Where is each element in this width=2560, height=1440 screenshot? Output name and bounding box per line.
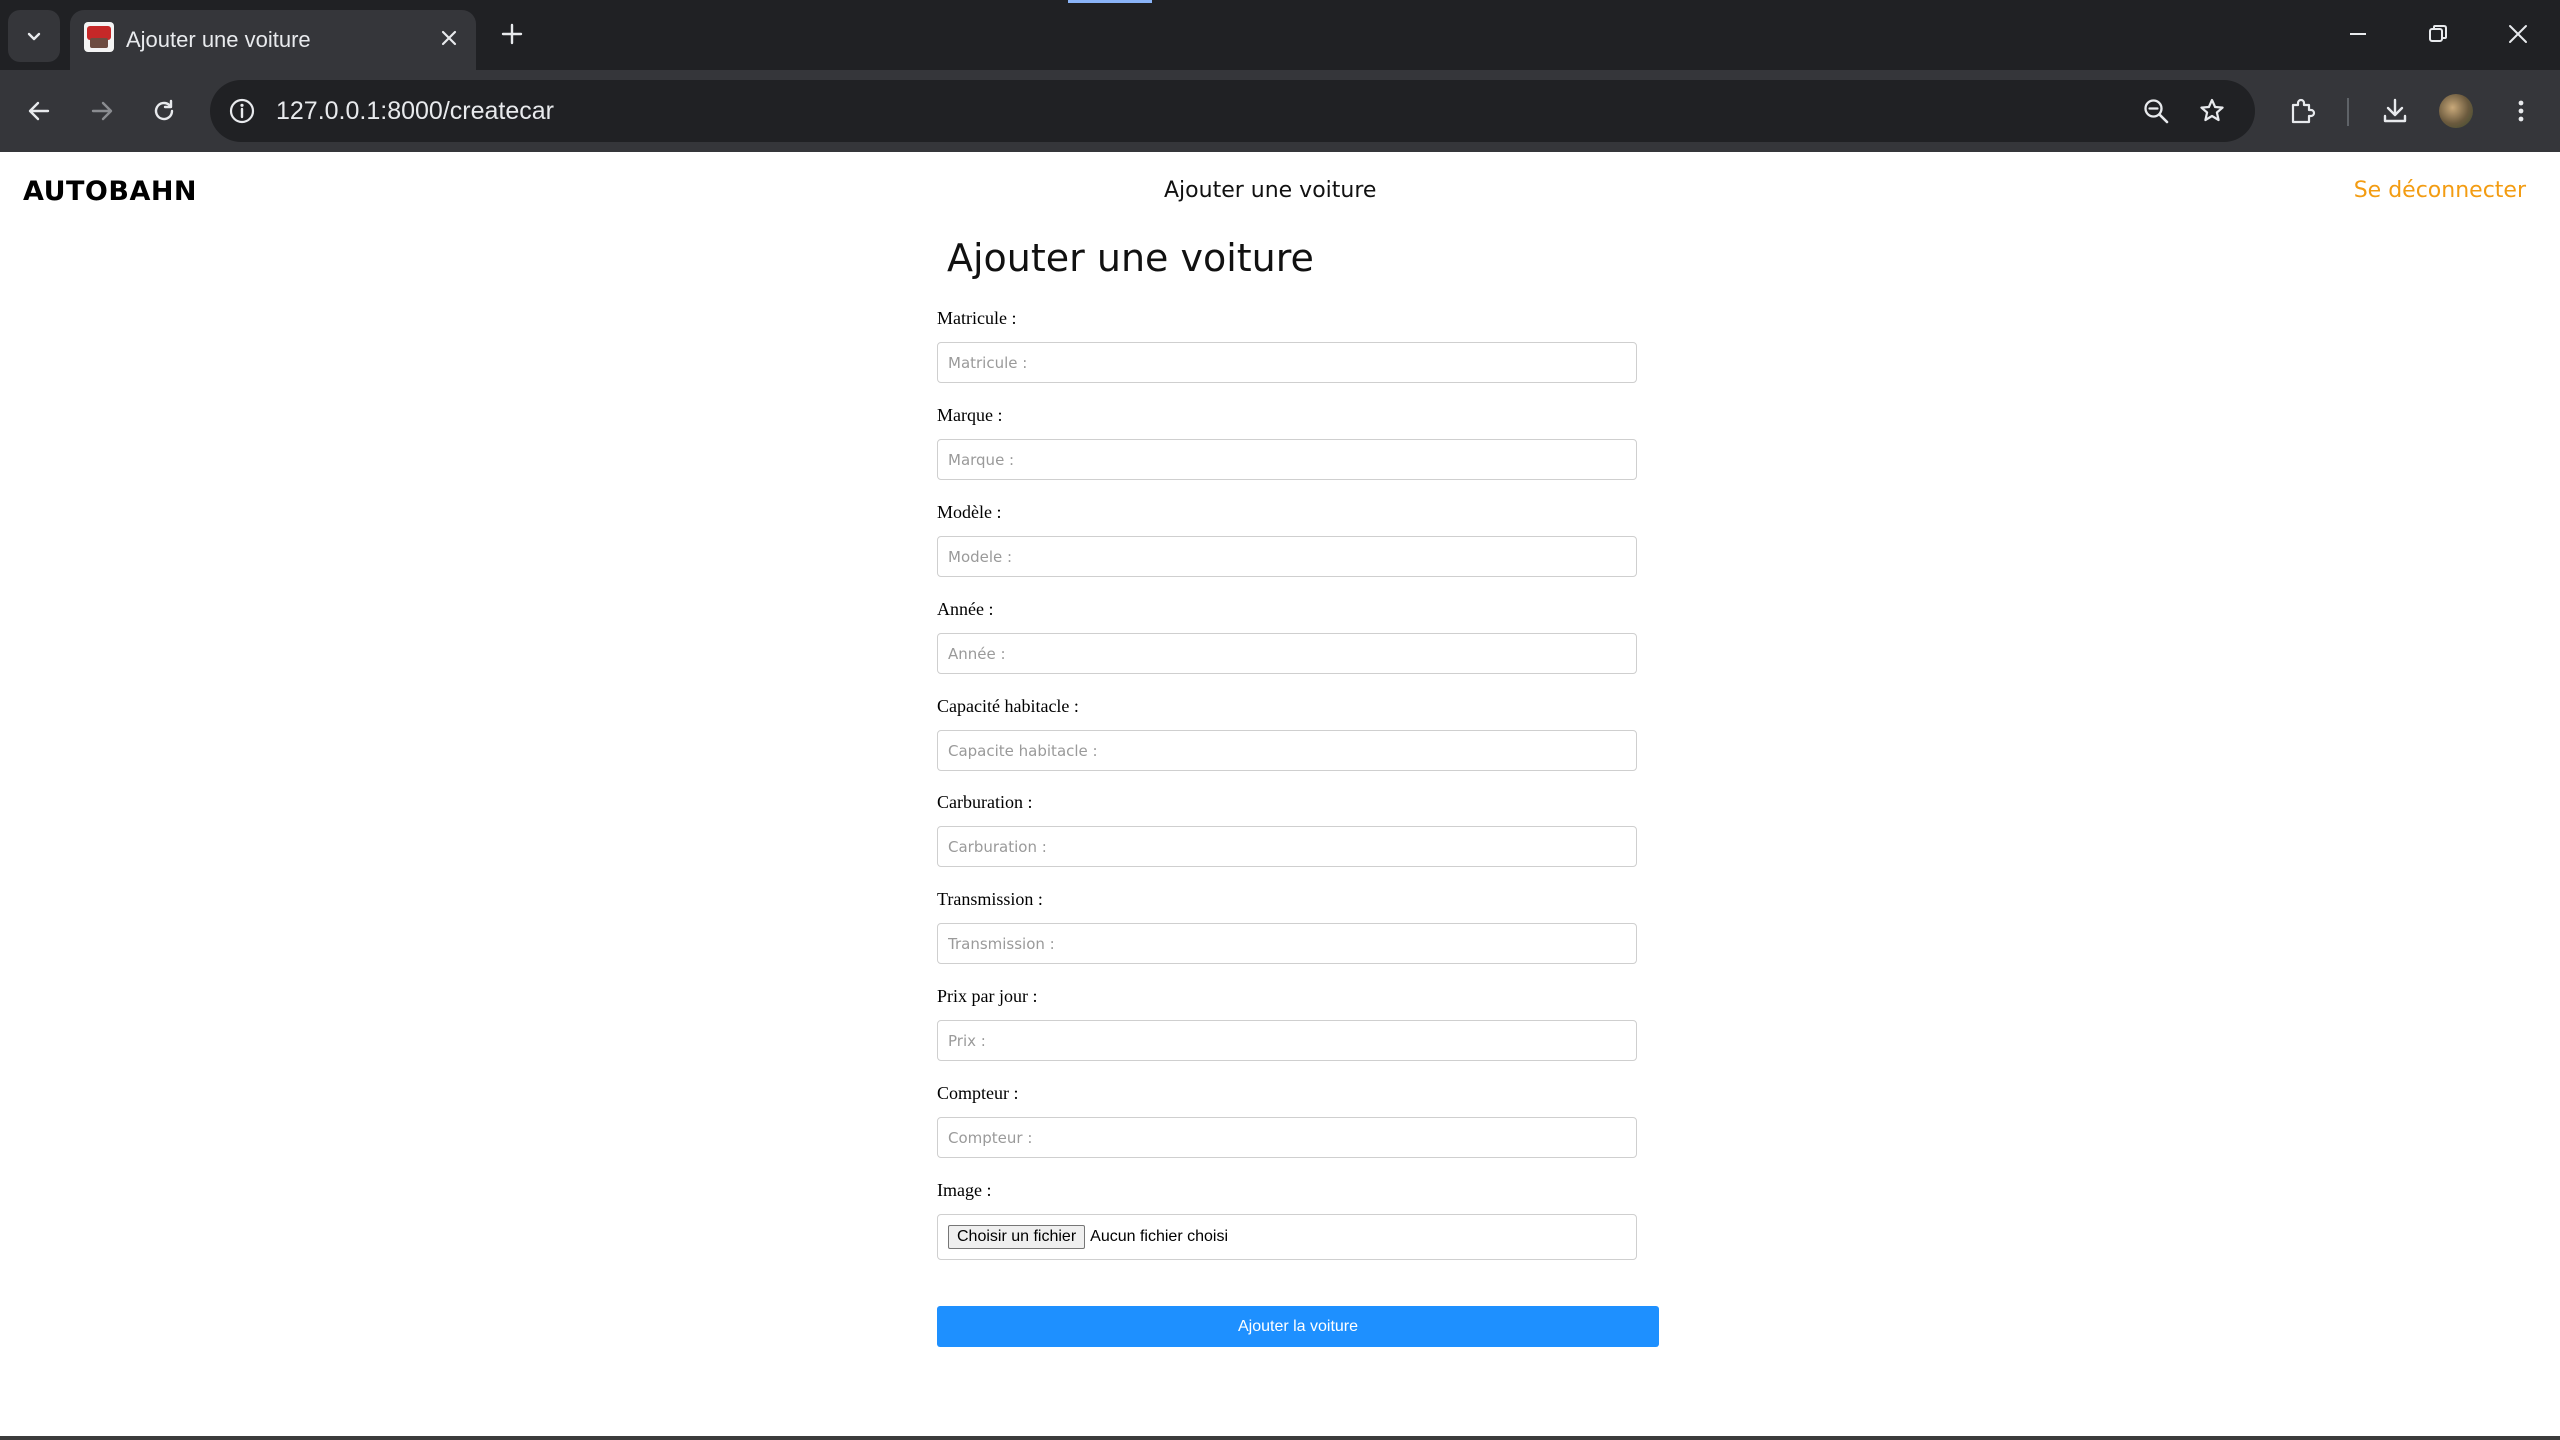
downloads-button[interactable] [2371,87,2419,135]
prix-label: Prix par jour : [937,986,1038,1006]
chevron-down-icon [27,32,41,41]
image-label: Image : [937,1180,992,1200]
add-car-submit-button[interactable]: Ajouter la voiture [937,1306,1659,1347]
arrow-right-icon [91,101,113,121]
profile-avatar[interactable] [2439,94,2473,128]
nav-page-title[interactable]: Ajouter une voiture [1164,178,1376,203]
prix-input[interactable] [937,1020,1637,1061]
compteur-field-group: Compteur : [937,1081,1637,1158]
browser-toolbar: 127.0.0.1:8000/createcar [0,70,2560,152]
favicon-icon [84,22,114,52]
close-icon [2509,25,2527,43]
restore-icon [2429,25,2447,42]
download-icon [2383,98,2407,123]
restore-button[interactable] [2406,8,2470,60]
menu-button[interactable] [2497,87,2545,135]
forward-button[interactable] [78,87,126,135]
modele-input[interactable] [937,536,1637,577]
info-icon [229,98,255,124]
extensions-button[interactable] [2279,87,2327,135]
transmission-label: Transmission : [937,889,1043,909]
capacite-field-group: Capacité habitacle : [937,694,1637,771]
matricule-input[interactable] [937,342,1637,383]
transmission-field-group: Transmission : [937,887,1637,964]
annee-field-group: Année : [937,597,1637,674]
matricule-field-group: Matricule : [937,306,1637,383]
close-icon [441,30,457,46]
bookmark-button[interactable] [2194,93,2230,129]
carburation-label: Carburation : [937,792,1033,812]
capacite-label: Capacité habitacle : [937,696,1079,716]
file-status-text: Aucun fichier choisi [1090,1228,1228,1245]
site-header: AUTOBAHN Ajouter une voiture Se déconnec… [0,152,2560,228]
matricule-label: Matricule : [937,308,1017,328]
compteur-input[interactable] [937,1117,1637,1158]
tab-title: Ajouter une voiture [126,27,311,52]
arrow-left-icon [28,101,50,121]
reload-button[interactable] [140,87,188,135]
modele-label: Modèle : [937,502,1002,522]
more-vertical-icon [2518,100,2524,122]
zoom-button[interactable] [2138,93,2174,129]
carburation-input[interactable] [937,826,1637,867]
browser-tab-bar: Ajouter une voiture [0,0,2560,70]
close-window-button[interactable] [2486,8,2550,60]
tab-loading-indicator [1068,0,1152,3]
logout-link[interactable]: Se déconnecter [2354,178,2526,203]
browser-tab[interactable]: Ajouter une voiture [70,10,476,70]
capacite-input[interactable] [937,730,1637,771]
page-title: Ajouter une voiture [947,236,1314,280]
compteur-label: Compteur : [937,1083,1019,1103]
transmission-input[interactable] [937,923,1637,964]
page-content: AUTOBAHN Ajouter une voiture Se déconnec… [0,152,2560,1436]
tab-search-button[interactable] [8,10,60,62]
toolbar-separator [2347,98,2349,126]
annee-input[interactable] [937,633,1637,674]
marque-label: Marque : [937,405,1003,425]
marque-field-group: Marque : [937,403,1637,480]
star-icon [2200,98,2224,122]
new-tab-button[interactable] [494,16,530,52]
reload-icon [154,99,174,121]
zoom-out-icon [2144,99,2169,124]
puzzle-icon [2291,98,2316,124]
minimize-button[interactable] [2326,8,2390,60]
annee-label: Année : [937,599,994,619]
tab-close-button[interactable] [436,25,462,51]
url-text[interactable]: 127.0.0.1:8000/createcar [276,97,554,126]
plus-icon [501,23,523,45]
back-button[interactable] [15,87,63,135]
prix-field-group: Prix par jour : [937,984,1637,1061]
modele-field-group: Modèle : [937,500,1637,577]
carburation-field-group: Carburation : [937,790,1637,867]
window-bottom-edge [0,1436,2560,1440]
choose-file-button[interactable]: Choisir un fichier [948,1225,1086,1249]
image-field-group: Image : Choisir un fichier Aucun fichier… [937,1178,1637,1260]
address-bar[interactable]: 127.0.0.1:8000/createcar [210,80,2255,142]
minimize-icon [2350,33,2366,35]
image-file-input[interactable]: Choisir un fichier Aucun fichier choisi [937,1214,1637,1260]
marque-input[interactable] [937,439,1637,480]
site-logo[interactable]: AUTOBAHN [23,176,197,207]
site-info-button[interactable] [224,93,260,129]
